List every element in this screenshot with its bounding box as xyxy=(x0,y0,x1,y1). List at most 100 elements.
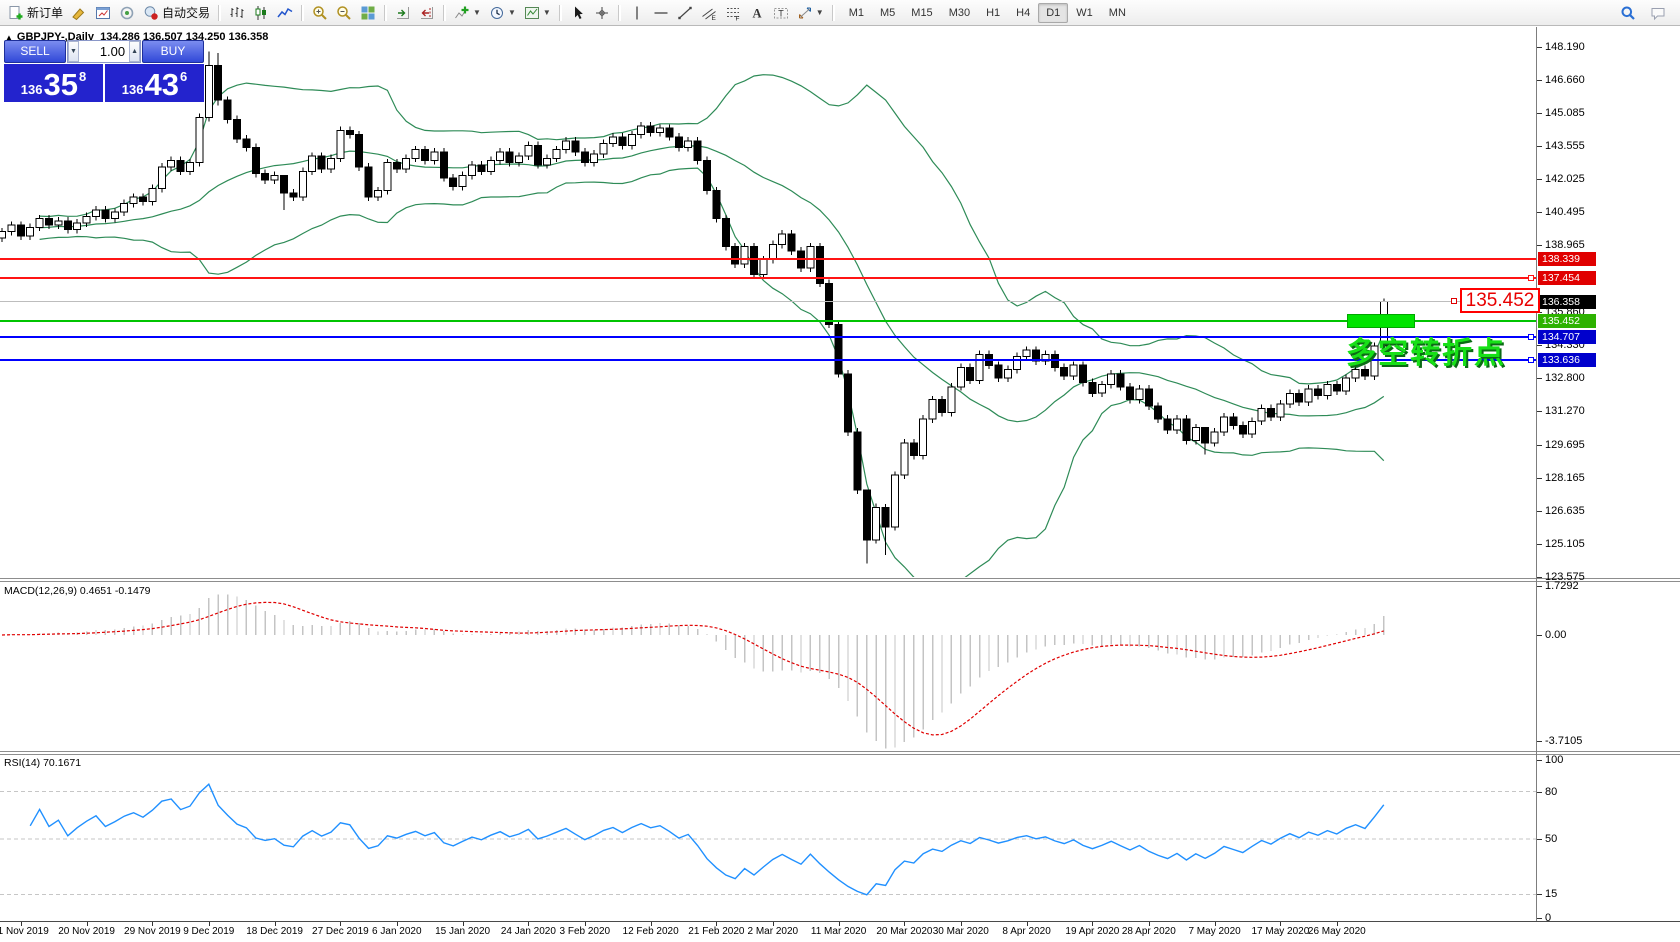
candle xyxy=(497,152,504,161)
timeframe-m5-button[interactable]: M5 xyxy=(872,3,903,23)
hammer-button[interactable] xyxy=(67,2,91,24)
chart-window-button[interactable] xyxy=(91,2,115,24)
volume-input[interactable] xyxy=(79,41,129,62)
indicators-button[interactable]: ▼ xyxy=(450,2,485,24)
timeframe-h1-button[interactable]: H1 xyxy=(978,3,1008,23)
candle xyxy=(619,137,626,146)
sell-button[interactable]: SELL xyxy=(4,40,66,63)
timeframe-d1-button[interactable]: D1 xyxy=(1038,3,1068,23)
candle xyxy=(1249,421,1256,434)
cursor-button[interactable] xyxy=(566,2,590,24)
candle xyxy=(393,163,400,170)
search-button[interactable] xyxy=(1616,2,1640,24)
candle xyxy=(835,324,842,374)
crosshair-button[interactable] xyxy=(590,2,614,24)
fibonacci-button[interactable]: F xyxy=(721,2,745,24)
rsi-axis-tick: 15 xyxy=(1545,888,1557,900)
price-tag-handle[interactable] xyxy=(1451,298,1457,304)
candle xyxy=(1324,385,1331,396)
periods-button[interactable]: ▼ xyxy=(485,2,520,24)
candle xyxy=(1117,374,1124,387)
level-line-134.707[interactable] xyxy=(0,336,1536,338)
candle xyxy=(1098,385,1105,394)
candlestick-chart-icon xyxy=(253,5,269,21)
candle xyxy=(1183,419,1190,441)
level-line-133.636[interactable] xyxy=(0,359,1536,361)
line-handle[interactable] xyxy=(1528,357,1534,363)
candle xyxy=(685,141,692,148)
templates-button[interactable]: ▼ xyxy=(520,2,555,24)
zoom-out-button[interactable] xyxy=(332,2,356,24)
candle xyxy=(1315,389,1322,396)
one-click-trading-panel: SELL ▼ ▲ BUY 136 35 8 136 43 6 xyxy=(4,40,204,102)
vertical-line-button[interactable] xyxy=(625,2,649,24)
auto-scroll-button[interactable] xyxy=(391,2,415,24)
autotrading-button[interactable]: 自动交易 xyxy=(139,2,214,24)
price-tag-label[interactable]: 135.452 xyxy=(1460,288,1540,313)
price-tick: 131.270 xyxy=(1545,405,1585,417)
level-line-136.358[interactable] xyxy=(0,301,1536,302)
candle xyxy=(1089,383,1096,394)
trendline-button[interactable] xyxy=(673,2,697,24)
price-chart-canvas[interactable] xyxy=(0,27,1536,577)
bar-chart-button[interactable] xyxy=(225,2,249,24)
macd-chart-canvas[interactable] xyxy=(0,582,1536,751)
rsi-axis-tick: 0 xyxy=(1545,912,1551,924)
candle xyxy=(158,167,165,189)
arrows-button[interactable]: ▼ xyxy=(793,2,828,24)
buy-button[interactable]: BUY xyxy=(142,40,204,63)
price-tick: 140.495 xyxy=(1545,206,1585,218)
chart-shift-button[interactable] xyxy=(415,2,439,24)
new-order-button[interactable]: 新订单 xyxy=(4,2,67,24)
level-line-137.454[interactable] xyxy=(0,277,1536,279)
buy-price[interactable]: 136 43 6 xyxy=(105,64,204,102)
signal-icon xyxy=(119,5,135,21)
candle xyxy=(788,234,795,251)
buy-price-sup: 6 xyxy=(180,62,187,92)
candlestick-chart-button[interactable] xyxy=(249,2,273,24)
chat-button[interactable] xyxy=(1646,2,1670,24)
macd-axis-tick: 1.7292 xyxy=(1545,580,1579,592)
timeframe-mn-button[interactable]: MN xyxy=(1101,3,1134,23)
candle xyxy=(281,176,288,193)
timeframe-m30-button[interactable]: M30 xyxy=(941,3,978,23)
turning-point-annotation[interactable]: 多空转折点 xyxy=(1346,328,1506,372)
candle xyxy=(1343,378,1350,391)
chat-icon xyxy=(1650,5,1666,21)
equidistant-channel-button[interactable]: E xyxy=(697,2,721,24)
text-label-button[interactable]: T xyxy=(769,2,793,24)
candle xyxy=(1221,417,1228,432)
timeframe-m15-button[interactable]: M15 xyxy=(903,3,940,23)
volume-increase-button[interactable]: ▲ xyxy=(129,41,140,62)
candle xyxy=(675,137,682,148)
timeframe-h4-button[interactable]: H4 xyxy=(1008,3,1038,23)
line-handle[interactable] xyxy=(1528,334,1534,340)
text-label-icon: T xyxy=(773,5,789,21)
zoom-in-button[interactable] xyxy=(308,2,332,24)
line-handle[interactable] xyxy=(1528,275,1534,281)
toolbar-buttons: 新订单自动交易▼▼▼EFAT▼ xyxy=(4,2,839,24)
rsi-label: RSI(14) 70.1671 xyxy=(4,757,81,769)
horizontal-line-button[interactable] xyxy=(649,2,673,24)
timeframe-m1-button[interactable]: M1 xyxy=(841,3,872,23)
signal-button[interactable] xyxy=(115,2,139,24)
tile-windows-button[interactable] xyxy=(356,2,380,24)
candle xyxy=(46,219,53,226)
highlight-rectangle[interactable] xyxy=(1347,314,1415,328)
price-tick: 129.695 xyxy=(1545,439,1585,451)
date-axis-border xyxy=(0,921,1680,922)
date-label: 18 Dec 2019 xyxy=(246,926,303,937)
level-line-138.339[interactable] xyxy=(0,258,1536,260)
timeframe-w1-button[interactable]: W1 xyxy=(1068,3,1101,23)
line-chart-button[interactable] xyxy=(273,2,297,24)
sell-price[interactable]: 136 35 8 xyxy=(4,64,103,102)
candle xyxy=(722,219,729,247)
candle xyxy=(1136,389,1143,400)
candle xyxy=(995,365,1002,378)
cursor-icon xyxy=(570,5,586,21)
text-button[interactable]: A xyxy=(745,2,769,24)
horizontal-line-icon xyxy=(653,5,669,21)
volume-decrease-button[interactable]: ▼ xyxy=(68,41,79,62)
level-line-135.452[interactable] xyxy=(0,320,1536,322)
rsi-chart-canvas[interactable] xyxy=(0,754,1536,921)
